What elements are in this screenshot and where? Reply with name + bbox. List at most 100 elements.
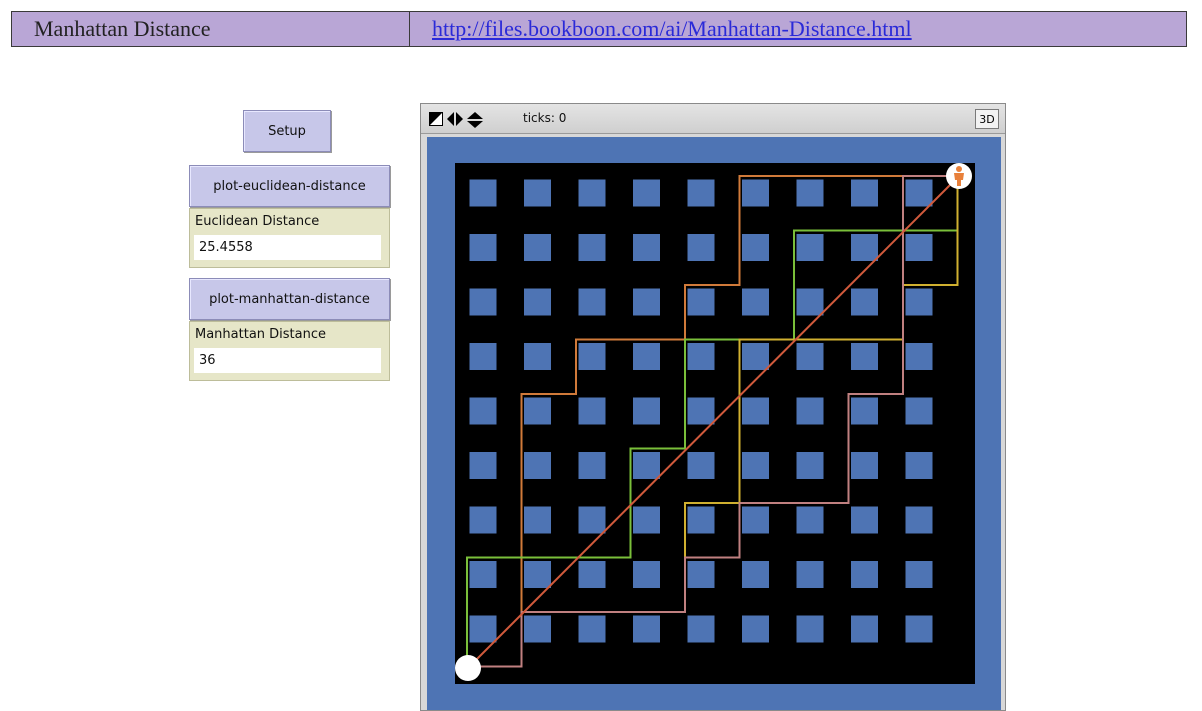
city-block <box>524 179 551 207</box>
city-block <box>469 506 497 534</box>
city-block <box>469 397 497 425</box>
city-block <box>469 452 497 479</box>
horizontal-wrap-icon[interactable] <box>447 112 463 126</box>
city-block <box>742 397 769 425</box>
world-view: ticks: 0 3D <box>420 103 1006 711</box>
city-block <box>796 343 824 370</box>
start-node <box>455 655 481 681</box>
city-block <box>469 561 497 588</box>
three-d-button[interactable]: 3D <box>975 109 999 129</box>
city-block <box>796 506 824 534</box>
city-block <box>687 343 715 370</box>
city-block <box>524 343 551 370</box>
ticks-counter: ticks: 0 <box>523 111 567 125</box>
euclidean-distance-label: Euclidean Distance <box>195 214 320 229</box>
city-block <box>796 234 824 261</box>
city-block <box>524 234 551 261</box>
city-block <box>524 615 551 643</box>
city-block <box>578 288 606 316</box>
city-block <box>687 506 715 534</box>
city-block <box>742 615 769 643</box>
city-block <box>687 179 715 207</box>
city-block <box>633 615 660 643</box>
city-block <box>742 288 769 316</box>
city-block <box>633 561 660 588</box>
city-block <box>469 615 497 643</box>
city-block <box>578 506 606 534</box>
header-table: Manhattan Distance http://files.bookboon… <box>11 11 1187 47</box>
city-block <box>578 452 606 479</box>
header-title: Manhattan Distance <box>34 16 211 41</box>
city-block <box>633 343 660 370</box>
city-block <box>578 615 606 643</box>
city-block <box>633 397 660 425</box>
view-toolbar: ticks: 0 3D <box>421 104 1005 134</box>
plot-euclidean-distance-button[interactable]: plot-euclidean-distance <box>189 165 390 207</box>
city-block <box>851 615 878 643</box>
city-block <box>905 615 933 643</box>
city-block <box>796 288 824 316</box>
city-block <box>524 452 551 479</box>
city-block <box>469 234 497 261</box>
city-block <box>469 343 497 370</box>
city-block <box>851 288 878 316</box>
city-block <box>905 343 933 370</box>
city-block <box>796 561 824 588</box>
world-grid <box>455 163 975 684</box>
city-block <box>905 179 933 207</box>
city-block <box>469 288 497 316</box>
header-title-cell: Manhattan Distance <box>12 12 410 46</box>
city-block <box>469 179 497 207</box>
city-block <box>796 615 824 643</box>
city-block <box>796 179 824 207</box>
city-block <box>851 506 878 534</box>
city-block <box>687 615 715 643</box>
city-block <box>796 397 824 425</box>
city-block <box>524 288 551 316</box>
city-block <box>742 452 769 479</box>
header-link[interactable]: http://files.bookboon.com/ai/Manhattan-D… <box>432 16 912 42</box>
city-block <box>687 288 715 316</box>
city-block <box>905 234 933 261</box>
city-block <box>524 561 551 588</box>
view-edges-icon[interactable] <box>429 112 443 126</box>
city-block <box>905 561 933 588</box>
city-block <box>851 343 878 370</box>
city-block <box>851 452 878 479</box>
vertical-wrap-icon[interactable] <box>467 112 483 128</box>
city-block <box>851 179 878 207</box>
city-block <box>905 452 933 479</box>
city-block <box>524 397 551 425</box>
city-block <box>633 179 660 207</box>
city-block <box>742 179 769 207</box>
city-block <box>796 452 824 479</box>
setup-button[interactable]: Setup <box>243 110 331 152</box>
city-block <box>742 506 769 534</box>
city-block <box>905 397 933 425</box>
city-block <box>905 288 933 316</box>
city-block <box>687 452 715 479</box>
city-block <box>851 561 878 588</box>
plot-manhattan-distance-button[interactable]: plot-manhattan-distance <box>189 278 390 320</box>
city-block <box>578 561 606 588</box>
city-block <box>578 234 606 261</box>
manhattan-distance-monitor: Manhattan Distance 36 <box>189 321 390 381</box>
header-link-cell: http://files.bookboon.com/ai/Manhattan-D… <box>410 12 1186 46</box>
city-block <box>687 234 715 261</box>
manhattan-distance-value: 36 <box>194 348 381 373</box>
city-block <box>851 234 878 261</box>
city-block <box>578 343 606 370</box>
city-block <box>633 234 660 261</box>
city-block <box>742 343 769 370</box>
city-block <box>742 234 769 261</box>
city-block <box>851 397 878 425</box>
euclidean-distance-monitor: Euclidean Distance 25.4558 <box>189 208 390 268</box>
city-block <box>633 288 660 316</box>
euclidean-distance-value: 25.4558 <box>194 235 381 260</box>
city-block <box>524 506 551 534</box>
city-block <box>905 506 933 534</box>
person-head-icon <box>956 166 962 172</box>
city-block <box>633 452 660 479</box>
manhattan-distance-label: Manhattan Distance <box>195 327 327 342</box>
city-block <box>742 561 769 588</box>
